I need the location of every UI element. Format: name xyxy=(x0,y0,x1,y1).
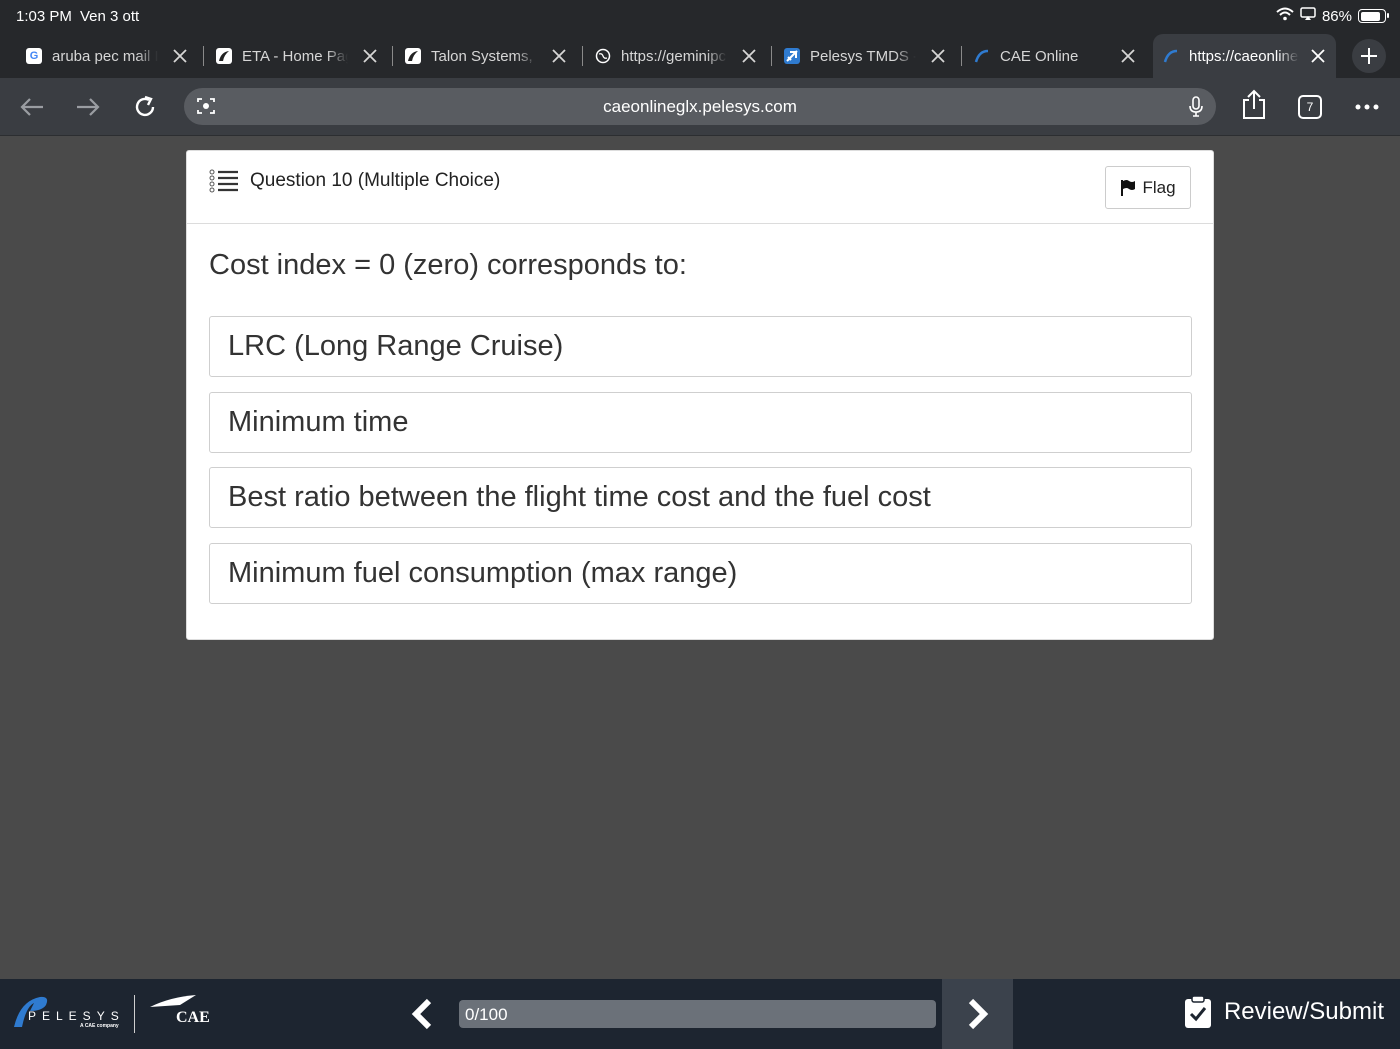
answer-option-label: Minimum fuel consumption (max range) xyxy=(228,557,738,589)
arrow-left-icon xyxy=(20,98,43,116)
answer-option-label: Best ratio between the flight time cost … xyxy=(228,481,931,513)
plane-icon xyxy=(784,48,800,64)
cae-icon xyxy=(974,48,990,64)
tab-label: ETA - Home Pag xyxy=(242,47,348,65)
answer-option[interactable]: LRC (Long Range Cruise) xyxy=(209,316,1192,377)
chevron-right-icon xyxy=(968,998,988,1030)
status-bar: 1:03 PM Ven 3 ott 86% xyxy=(0,0,1400,34)
more-menu-button[interactable] xyxy=(1352,92,1382,122)
screen-mirror-icon xyxy=(1300,7,1316,25)
answer-option-label: LRC (Long Range Cruise) xyxy=(228,330,564,362)
question-list-icon[interactable] xyxy=(209,169,239,200)
tab-label: https://geminipc xyxy=(621,47,727,65)
tab-caeonline-active[interactable]: https://caeonline xyxy=(1153,34,1336,78)
clipboard-check-icon xyxy=(1184,995,1211,1028)
battery-icon xyxy=(1358,9,1389,23)
status-date: Ven 3 ott xyxy=(80,8,140,25)
question-card: Question 10 (Multiple Choice) Flag Cost … xyxy=(186,150,1214,640)
question-header: Question 10 (Multiple Choice) Flag xyxy=(187,151,1213,224)
plus-icon xyxy=(1361,48,1377,64)
back-button[interactable] xyxy=(17,92,47,122)
tab-geminipc[interactable]: https://geminipc xyxy=(595,34,759,78)
answer-option-label: Minimum time xyxy=(228,406,409,438)
share-icon xyxy=(1243,89,1265,119)
answer-option[interactable]: Minimum fuel consumption (max range) xyxy=(209,543,1192,604)
share-button[interactable] xyxy=(1239,89,1269,120)
review-submit-label: Review/Submit xyxy=(1223,998,1384,1025)
question-text: Cost index = 0 (zero) corresponds to: xyxy=(209,249,687,281)
review-submit-button[interactable]: Review/Submit xyxy=(1184,995,1384,1029)
tab-label: aruba pec mail I xyxy=(52,47,158,65)
tab-aruba-pec-mail[interactable]: G aruba pec mail I xyxy=(26,34,190,78)
exam-footer: PELESYS A CAE company CAE 0/100 Review/S… xyxy=(0,979,1400,1049)
answer-option[interactable]: Minimum time xyxy=(209,392,1192,453)
tab-cae-online[interactable]: CAE Online xyxy=(974,34,1138,78)
logo-divider xyxy=(134,995,135,1033)
status-time: 1:03 PM xyxy=(16,8,72,25)
eta-icon xyxy=(216,48,232,64)
cae-wordmark: CAE xyxy=(176,1009,210,1026)
arrow-right-icon xyxy=(77,98,100,116)
new-tab-button[interactable] xyxy=(1352,39,1386,73)
globe-icon xyxy=(595,48,611,64)
pelesys-wordmark: PELESYS xyxy=(28,1009,125,1023)
tab-label: https://caeonline xyxy=(1189,47,1299,65)
browser-tab-bar: G aruba pec mail I ETA - Home Pag Talon … xyxy=(0,34,1400,78)
reload-button[interactable] xyxy=(130,92,160,122)
pelesys-tagline: A CAE company xyxy=(80,1023,119,1029)
flag-label: Flag xyxy=(1142,177,1176,197)
tab-label: Pelesys TMDS - xyxy=(810,47,916,65)
close-tab-icon[interactable] xyxy=(549,46,569,66)
close-tab-icon[interactable] xyxy=(1118,46,1138,66)
progress-text: 0/100 xyxy=(465,1005,508,1024)
tab-label: CAE Online xyxy=(1000,47,1079,65)
next-question-button[interactable] xyxy=(942,979,1013,1049)
tab-pelesys-tmds[interactable]: Pelesys TMDS - xyxy=(784,34,948,78)
reload-icon xyxy=(135,95,155,117)
tab-label: Talon Systems, xyxy=(431,47,533,65)
address-bar[interactable]: caeonlineglx.pelesys.com xyxy=(184,88,1216,125)
wifi-icon xyxy=(1276,7,1294,25)
battery-percent: 86% xyxy=(1321,7,1352,25)
cae-icon xyxy=(1163,48,1179,64)
previous-question-button[interactable] xyxy=(400,991,444,1037)
close-tab-icon[interactable] xyxy=(739,46,759,66)
tab-talon-systems[interactable]: Talon Systems, xyxy=(405,34,569,78)
url-text: caeonlineglx.pelesys.com xyxy=(603,97,797,116)
progress-bar: 0/100 xyxy=(459,1000,936,1028)
close-tab-icon[interactable] xyxy=(928,46,948,66)
microphone-icon[interactable] xyxy=(1188,96,1204,123)
google-icon: G xyxy=(26,48,42,64)
ellipsis-icon xyxy=(1355,104,1379,110)
flag-icon xyxy=(1121,179,1136,196)
close-tab-icon[interactable] xyxy=(1308,46,1328,66)
tab-eta-home[interactable]: ETA - Home Pag xyxy=(216,34,380,78)
forward-button[interactable] xyxy=(73,92,103,122)
close-tab-icon[interactable] xyxy=(360,46,380,66)
browser-toolbar: caeonlineglx.pelesys.com 7 xyxy=(0,78,1400,136)
talon-icon xyxy=(405,48,421,64)
question-title: Question 10 (Multiple Choice) xyxy=(250,170,501,191)
tab-overview-button[interactable]: 7 xyxy=(1298,95,1322,119)
chevron-left-icon xyxy=(411,998,432,1030)
answer-option[interactable]: Best ratio between the flight time cost … xyxy=(209,467,1192,528)
close-tab-icon[interactable] xyxy=(170,46,190,66)
flag-button[interactable]: Flag xyxy=(1105,166,1191,209)
